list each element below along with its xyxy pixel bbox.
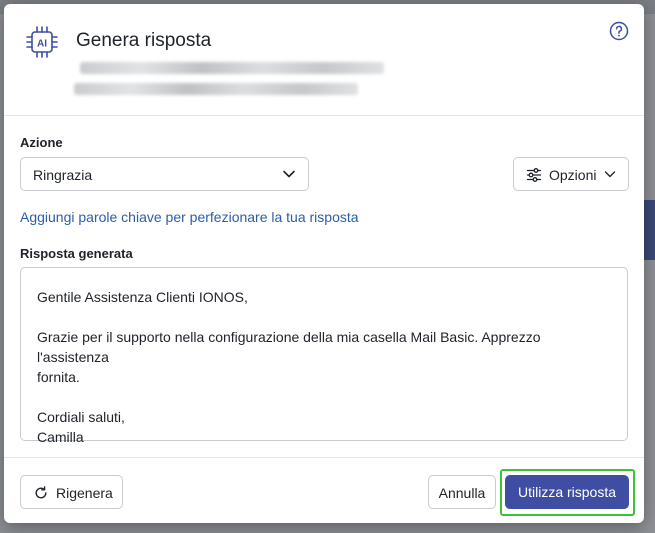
use-reply-label: Utilizza risposta: [517, 484, 617, 500]
generate-reply-dialog: AI Genera risposta Azione Ringrazia Opzi…: [4, 4, 644, 523]
use-reply-button[interactable]: Utilizza risposta: [505, 475, 629, 509]
generated-reply-label: Risposta generata: [20, 246, 133, 261]
ai-icon-text: AI: [37, 39, 47, 50]
cancel-label: Annulla: [438, 485, 486, 501]
action-select[interactable]: Ringrazia: [20, 157, 309, 191]
help-icon[interactable]: [609, 21, 629, 41]
generated-reply-textarea[interactable]: Gentile Assistenza Clienti IONOS, Grazie…: [20, 267, 628, 445]
reply-signature: Camilla: [37, 429, 84, 445]
dialog-title: Genera risposta: [76, 30, 212, 51]
chevron-down-icon: [604, 171, 616, 178]
reply-body: Grazie per il supporto nella configurazi…: [37, 329, 541, 385]
redacted-line: [74, 83, 358, 95]
redacted-line: [80, 62, 384, 74]
options-button[interactable]: Opzioni: [513, 157, 629, 191]
action-label: Azione: [20, 135, 63, 150]
options-label: Opzioni: [549, 167, 597, 183]
cancel-button[interactable]: Annulla: [428, 475, 496, 509]
chevron-down-icon: [283, 170, 295, 178]
refresh-icon: [35, 486, 47, 499]
ai-chip-icon: AI: [26, 26, 58, 58]
dialog-header: AI Genera risposta: [4, 4, 644, 116]
add-keywords-link[interactable]: Aggiungi parole chiave per perfezionare …: [20, 209, 359, 225]
regenerate-button[interactable]: Rigenera: [20, 475, 123, 509]
regenerate-label: Rigenera: [56, 485, 113, 501]
dialog-footer: Rigenera Annulla Utilizza risposta: [4, 457, 644, 523]
action-select-value: Ringrazia: [33, 167, 93, 183]
reply-closing: Cordiali saluti,: [37, 409, 125, 425]
sliders-icon: [526, 168, 542, 182]
reply-greeting: Gentile Assistenza Clienti IONOS,: [37, 289, 248, 305]
